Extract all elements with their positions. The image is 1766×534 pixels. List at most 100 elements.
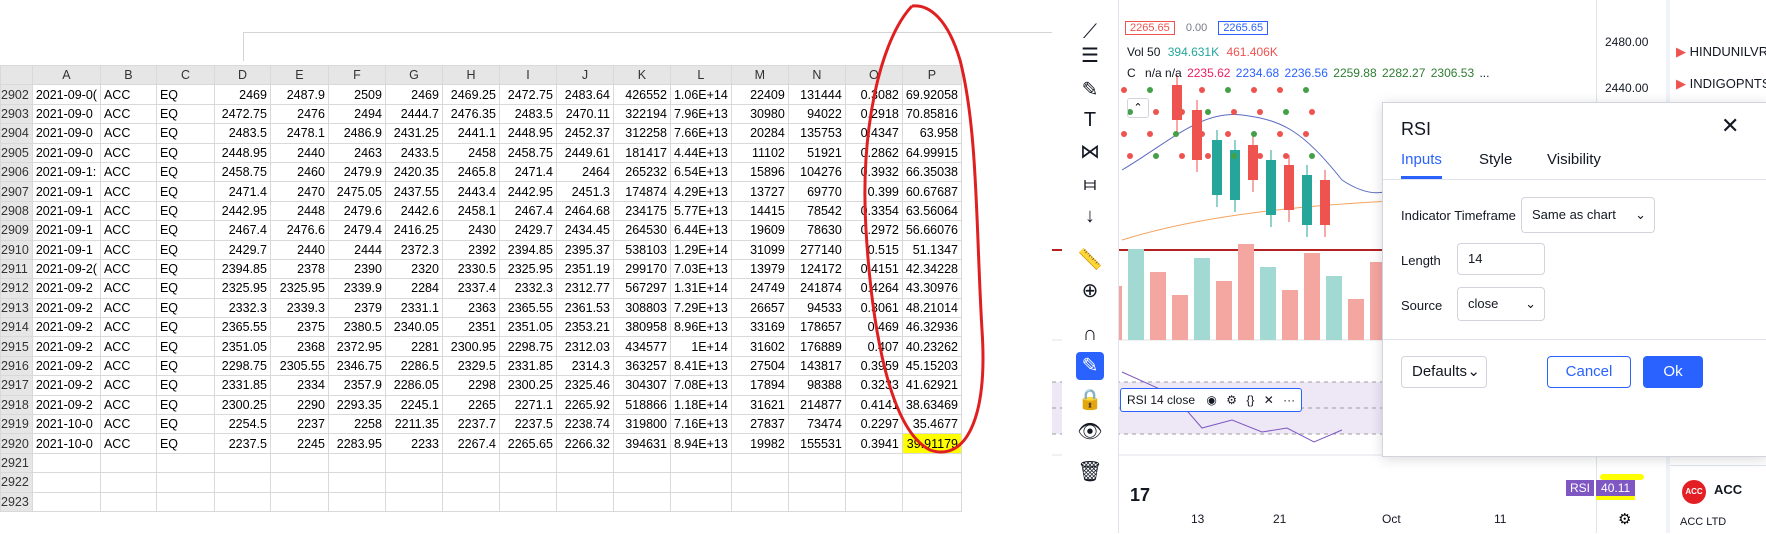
remove-icon[interactable]: ✕ [1264, 393, 1274, 407]
cell[interactable]: 2021-10-0 [31, 414, 101, 435]
cell[interactable]: 20284 [730, 123, 789, 144]
cell[interactable]: 2284 [384, 278, 443, 299]
cell[interactable]: 2351.05 [213, 336, 271, 357]
cell[interactable]: 2465.8 [441, 161, 500, 183]
cell[interactable]: 8.41E+13 [669, 355, 732, 377]
cell[interactable] [441, 472, 500, 493]
column-header[interactable]: C [155, 64, 215, 86]
cell[interactable]: 2470.11 [555, 103, 614, 125]
cell[interactable]: 24749 [730, 278, 789, 299]
cell[interactable]: 174874 [612, 181, 671, 202]
cell[interactable]: 143817 [787, 355, 846, 377]
ma-more[interactable]: ... [1479, 66, 1489, 80]
cell[interactable]: 135753 [787, 123, 846, 144]
cell[interactable]: 2300.25 [498, 375, 557, 396]
cell[interactable]: EQ [155, 375, 215, 396]
cell[interactable]: 94022 [787, 103, 846, 125]
cell[interactable]: 2378 [269, 258, 329, 280]
eye-toggle-icon[interactable]: ◉ [1206, 393, 1216, 407]
row-header[interactable]: 2908 [0, 200, 33, 222]
cell[interactable]: 31099 [730, 239, 789, 260]
column-header[interactable]: A [31, 64, 101, 86]
cell[interactable]: 2325.46 [555, 375, 614, 396]
cell[interactable]: 2433.5 [384, 142, 443, 163]
row-header[interactable]: 2910 [0, 239, 33, 260]
cell[interactable]: ACC [99, 200, 157, 222]
cell[interactable]: 98388 [787, 375, 846, 396]
cell[interactable]: EQ [155, 433, 215, 454]
cell[interactable]: 380958 [612, 317, 671, 338]
cell[interactable] [441, 491, 500, 512]
cell[interactable]: 2467.4 [498, 200, 557, 222]
cell[interactable]: 2479.6 [327, 200, 386, 222]
cell[interactable]: ACC [99, 433, 157, 454]
cell[interactable]: EQ [155, 161, 215, 183]
cell[interactable]: 2440 [269, 142, 329, 163]
measure-icon[interactable]: ⧦ [1076, 170, 1104, 198]
cell[interactable]: ACC [99, 297, 157, 319]
cell[interactable] [269, 452, 329, 474]
cell[interactable]: 2300.95 [441, 336, 500, 357]
cell[interactable]: 2021-09-2 [31, 394, 101, 416]
cell[interactable]: 241874 [787, 278, 846, 299]
column-header[interactable]: J [555, 64, 614, 86]
cell[interactable] [213, 452, 271, 474]
cell[interactable]: EQ [155, 84, 215, 105]
row-header[interactable]: 2902 [0, 84, 33, 105]
cell[interactable] [498, 472, 557, 493]
cell[interactable] [612, 472, 671, 493]
cell[interactable]: EQ [155, 394, 215, 416]
cell[interactable]: 2325.95 [213, 278, 271, 299]
cell[interactable]: 2478.1 [269, 123, 329, 144]
zoom-in-icon[interactable]: ⊕ [1076, 277, 1104, 305]
cell[interactable]: 2233 [384, 433, 443, 454]
cell[interactable]: 2331.1 [384, 297, 443, 319]
cell[interactable]: 2444 [327, 239, 386, 260]
cell[interactable] [555, 491, 614, 512]
cell[interactable] [669, 452, 732, 474]
cell[interactable]: EQ [155, 181, 215, 202]
cell[interactable]: 2351.19 [555, 258, 614, 280]
cell[interactable] [787, 472, 846, 493]
cell[interactable]: 2483.5 [213, 123, 271, 144]
cell[interactable] [327, 452, 386, 474]
cell[interactable] [844, 472, 903, 493]
cell[interactable]: 2458.75 [498, 142, 557, 163]
cell[interactable]: 7.96E+13 [669, 103, 732, 125]
cell[interactable]: 2441.1 [441, 123, 500, 144]
cell[interactable]: 2469 [384, 84, 443, 105]
lock-drawing-icon[interactable]: ✎ [1076, 352, 1104, 380]
cell[interactable]: 2265 [441, 394, 500, 416]
column-header[interactable]: M [730, 64, 789, 86]
cell[interactable]: 2271.1 [498, 394, 557, 416]
cell[interactable]: EQ [155, 278, 215, 299]
column-header[interactable]: D [213, 64, 271, 86]
cell[interactable]: 2334 [269, 375, 329, 396]
lock-icon[interactable]: 🔒 [1076, 386, 1104, 414]
cell[interactable]: 363257 [612, 355, 671, 377]
cell[interactable]: 78630 [787, 220, 846, 241]
cell[interactable]: 2442.95 [498, 181, 557, 202]
cell[interactable]: 299170 [612, 258, 671, 280]
cell[interactable]: 264530 [612, 220, 671, 241]
cell[interactable]: 2430 [441, 220, 500, 241]
cell[interactable] [99, 472, 157, 493]
trash-icon[interactable]: 🗑 [1076, 458, 1104, 486]
cell[interactable]: ACC [99, 220, 157, 241]
cell[interactable]: 2472.75 [498, 84, 557, 105]
cell[interactable]: 2452.37 [555, 123, 614, 144]
defaults-button[interactable]: Defaults ⌄ [1401, 356, 1487, 388]
cell[interactable]: 7.08E+13 [669, 375, 732, 396]
cell[interactable]: 27837 [730, 414, 789, 435]
cell[interactable]: 2339.3 [269, 297, 329, 319]
cell[interactable]: 322194 [612, 103, 671, 125]
cell[interactable]: 214877 [787, 394, 846, 416]
time-axis[interactable]: 13 21 Oct 11 [1122, 512, 1662, 532]
cell[interactable]: 2021-09-2( [31, 258, 101, 280]
cell[interactable] [844, 491, 903, 512]
cell[interactable]: 304307 [612, 375, 671, 396]
cell[interactable]: 2472.75 [213, 103, 271, 125]
cell[interactable] [327, 472, 386, 493]
cell[interactable]: 2437.55 [384, 181, 443, 202]
cell[interactable] [612, 491, 671, 512]
